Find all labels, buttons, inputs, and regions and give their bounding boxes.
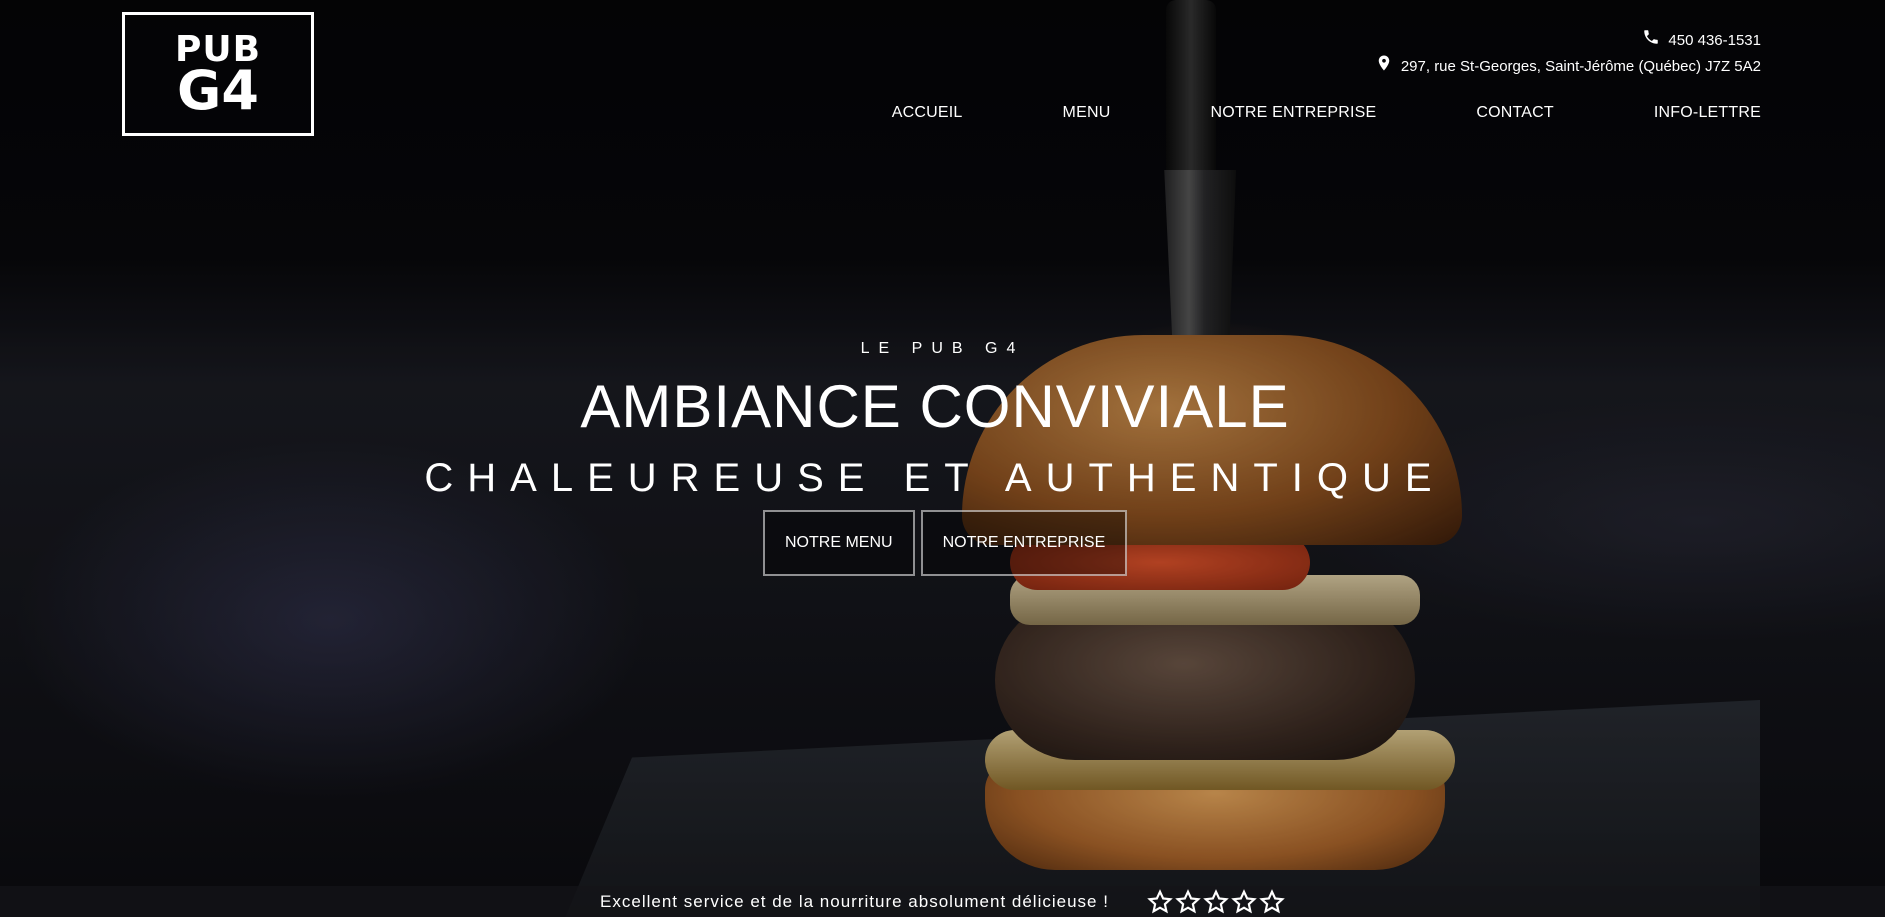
hero-headline: AMBIANCE CONVIVIALE: [580, 373, 1290, 440]
nav-item-accueil[interactable]: ACCUEIL: [892, 104, 963, 122]
phone-number: 450 436-1531: [1668, 32, 1761, 49]
phone-row[interactable]: 450 436-1531: [1375, 28, 1761, 54]
testimonial-text: Excellent service et de la nourriture ab…: [600, 891, 1109, 911]
star-outline-icon: [1203, 888, 1229, 915]
star-outline-icon: [1147, 888, 1173, 915]
logo-line-2: G4: [177, 59, 259, 122]
pub-g4-logo[interactable]: PUB G4: [122, 12, 314, 136]
main-nav: ACCUEIL MENU NOTRE ENTREPRISE CONTACT IN…: [892, 104, 1761, 122]
notre-menu-button[interactable]: NOTRE MENU: [763, 510, 915, 576]
star-outline-icon: [1231, 888, 1257, 915]
contact-info: 450 436-1531 297, rue St-Georges, Saint-…: [1375, 28, 1761, 80]
nav-item-notre-entreprise[interactable]: NOTRE ENTREPRISE: [1210, 104, 1376, 122]
star-outline-icon: [1175, 888, 1201, 915]
address-row[interactable]: 297, rue St-Georges, Saint-Jérôme (Québe…: [1375, 54, 1761, 80]
phone-icon: [1642, 28, 1660, 54]
nav-item-menu[interactable]: MENU: [1063, 104, 1111, 122]
rating-stars: [1147, 888, 1285, 915]
notre-entreprise-button[interactable]: NOTRE ENTREPRISE: [920, 510, 1128, 576]
hero-kicker: LE PUB G4: [860, 340, 1025, 357]
star-outline-icon: [1259, 888, 1285, 915]
nav-item-info-lettre[interactable]: INFO-LETTRE: [1654, 104, 1761, 122]
address-text: 297, rue St-Georges, Saint-Jérôme (Québe…: [1400, 58, 1761, 75]
testimonial-strip: Excellent service et de la nourriture ab…: [0, 886, 1885, 917]
hero-subline: CHALEUREUSE ET AUTHENTIQUE: [424, 456, 1446, 500]
hero-buttons: NOTRE MENU NOTRE ENTREPRISE: [763, 510, 1128, 576]
nav-item-contact[interactable]: CONTACT: [1476, 104, 1554, 122]
map-pin-icon: [1375, 54, 1393, 80]
